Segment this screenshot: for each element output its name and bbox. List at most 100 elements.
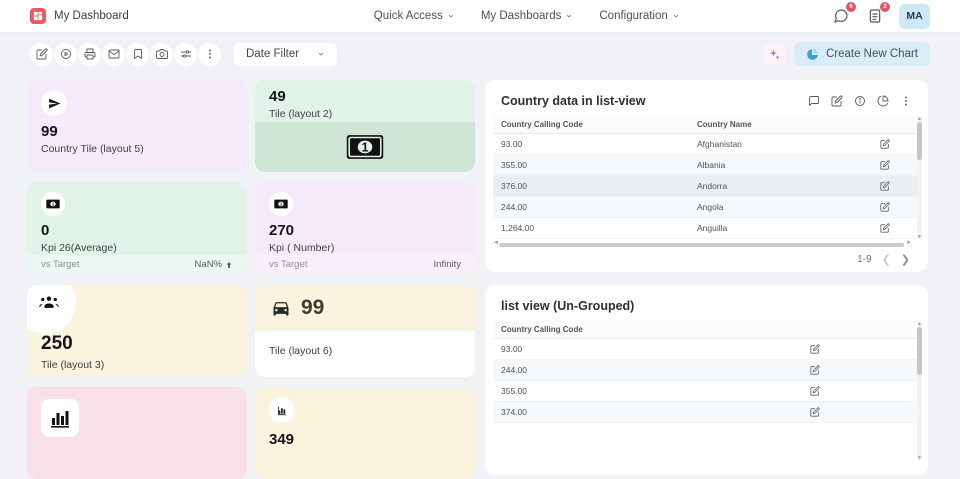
mail-button[interactable]	[102, 43, 125, 66]
tile-value: 0	[41, 222, 233, 239]
panel-more-button[interactable]	[900, 95, 912, 107]
play-circle-icon	[60, 48, 72, 60]
panel-country-list-view: Country data in list-view	[485, 80, 928, 272]
notifications-button[interactable]: 6	[831, 6, 851, 26]
nav-quick-access[interactable]: Quick Access	[374, 10, 455, 22]
banknote-icon: 1	[346, 134, 384, 160]
edit-dashboard-button[interactable]	[30, 43, 53, 66]
nav-label: Configuration	[599, 10, 667, 22]
row-edit-button[interactable]	[880, 202, 920, 212]
date-filter-label: Date Filter	[246, 48, 299, 60]
edit-icon	[810, 365, 820, 375]
ai-sparkle-icon	[768, 48, 781, 61]
tile-chart-cream[interactable]: 349	[255, 387, 475, 479]
edit-icon	[880, 223, 890, 233]
tile-value: 99	[41, 123, 233, 140]
row-edit-button[interactable]	[810, 386, 920, 396]
prev-page-button[interactable]: ❮	[882, 253, 891, 266]
vs-target-label: vs Target	[41, 259, 79, 270]
table-cell: 1,264.00	[493, 223, 689, 233]
row-edit-button[interactable]	[810, 344, 920, 354]
comments-button[interactable]	[808, 95, 820, 107]
table-row[interactable]: 355.00	[493, 381, 920, 402]
banknote-icon: 1	[46, 199, 60, 209]
table-row[interactable]: 1,264.00Anguilla	[493, 218, 920, 239]
dashboard-toolbar: Date Filter Create New Chart	[0, 33, 960, 75]
info-button[interactable]	[854, 95, 866, 107]
panel-title: Country data in list-view	[501, 94, 645, 108]
tile-layout2[interactable]: 49 Tile (layout 2) 1	[255, 80, 475, 172]
horizontal-scrollbar[interactable]: ◄ ►	[493, 242, 920, 248]
nav-label: My Dashboards	[481, 10, 562, 22]
tile-chart-pink[interactable]	[27, 387, 247, 479]
tile-kpi-number[interactable]: 1 270 Kpi ( Number) vs Target Infinity	[255, 182, 475, 274]
chevron-down-icon	[447, 12, 455, 20]
page-range: 1-9	[857, 254, 871, 265]
tile-country-layout5[interactable]: 99 Country Tile (layout 5)	[27, 80, 247, 172]
row-edit-button[interactable]	[810, 365, 920, 375]
tile-label: Tile (layout 6)	[269, 345, 332, 357]
tile-label: Tile (layout 2)	[269, 108, 461, 120]
nav-my-dashboards[interactable]: My Dashboards	[481, 10, 574, 22]
table-cell: 93.00	[493, 139, 689, 149]
table-row[interactable]: 355.00Albania	[493, 155, 920, 176]
edit-chart-button[interactable]	[831, 95, 843, 107]
printer-icon	[84, 48, 96, 60]
print-button[interactable]	[78, 43, 101, 66]
edit-icon	[810, 407, 820, 417]
tile-label: Kpi 26(Average)	[41, 242, 233, 254]
svg-text:1: 1	[52, 202, 55, 207]
ai-assistant-button[interactable]	[764, 43, 786, 65]
table-row[interactable]: 93.00Afghanistan	[493, 134, 920, 155]
row-edit-button[interactable]	[880, 181, 920, 191]
car-icon	[269, 298, 293, 318]
tile-kpi-footer: vs Target Infinity	[255, 255, 475, 274]
play-button[interactable]	[54, 43, 77, 66]
svg-text:1: 1	[361, 140, 368, 154]
vertical-scrollbar[interactable]: ▲ ▼	[917, 321, 922, 461]
table-row[interactable]: 244.00Angola	[493, 197, 920, 218]
edit-icon	[810, 344, 820, 354]
kebab-icon	[204, 48, 216, 60]
camera-icon	[156, 48, 168, 60]
date-filter-dropdown[interactable]: Date Filter	[234, 43, 337, 66]
tile-value: 250	[41, 333, 73, 355]
next-page-button[interactable]: ❯	[901, 253, 910, 266]
table-row[interactable]: 374.00	[493, 402, 920, 423]
vertical-scrollbar[interactable]: ▲ ▼	[917, 116, 922, 240]
table-row[interactable]: 376.00Andorra	[493, 176, 920, 197]
more-options-button[interactable]	[198, 43, 221, 66]
row-edit-button[interactable]	[880, 160, 920, 170]
ungrouped-table: Country Calling Code 93.00 244.00 355.00…	[493, 321, 920, 461]
tasks-button[interactable]: 2	[865, 6, 885, 26]
table-row[interactable]: 244.00	[493, 360, 920, 381]
chevron-down-icon	[672, 12, 680, 20]
app-logo[interactable]	[30, 8, 46, 24]
table-cell: Afghanistan	[689, 139, 880, 149]
user-avatar[interactable]: MA	[899, 4, 930, 29]
snapshot-button[interactable]	[150, 43, 173, 66]
pie-chart-icon	[806, 48, 819, 61]
chart-type-button[interactable]	[877, 95, 889, 107]
edit-icon	[880, 181, 890, 191]
bookmark-button[interactable]	[126, 43, 149, 66]
tile-layout3[interactable]: 250 Tile (layout 3)	[27, 285, 247, 377]
dashboard-grid-icon	[33, 11, 43, 21]
row-edit-button[interactable]	[880, 223, 920, 233]
arrow-up-icon	[225, 261, 233, 269]
table-cell: 355.00	[493, 160, 689, 170]
filters-button[interactable]	[174, 43, 197, 66]
tasks-badge: 2	[880, 2, 890, 12]
table-header: Country Calling Code Country Name	[493, 116, 920, 134]
tile-layout6[interactable]: 99 Tile (layout 6)	[255, 285, 475, 377]
row-edit-button[interactable]	[880, 139, 920, 149]
row-edit-button[interactable]	[810, 407, 920, 417]
nav-configuration[interactable]: Configuration	[599, 10, 679, 22]
tile-kpi-average[interactable]: 1 0 Kpi 26(Average) vs Target NaN%	[27, 182, 247, 274]
table-cell: Angola	[689, 202, 880, 212]
table-cell: Anguilla	[689, 223, 880, 233]
mail-icon	[108, 48, 120, 60]
table-row[interactable]: 93.00	[493, 339, 920, 360]
bar-chart-icon	[276, 404, 289, 417]
create-new-chart-button[interactable]: Create New Chart	[794, 42, 930, 66]
